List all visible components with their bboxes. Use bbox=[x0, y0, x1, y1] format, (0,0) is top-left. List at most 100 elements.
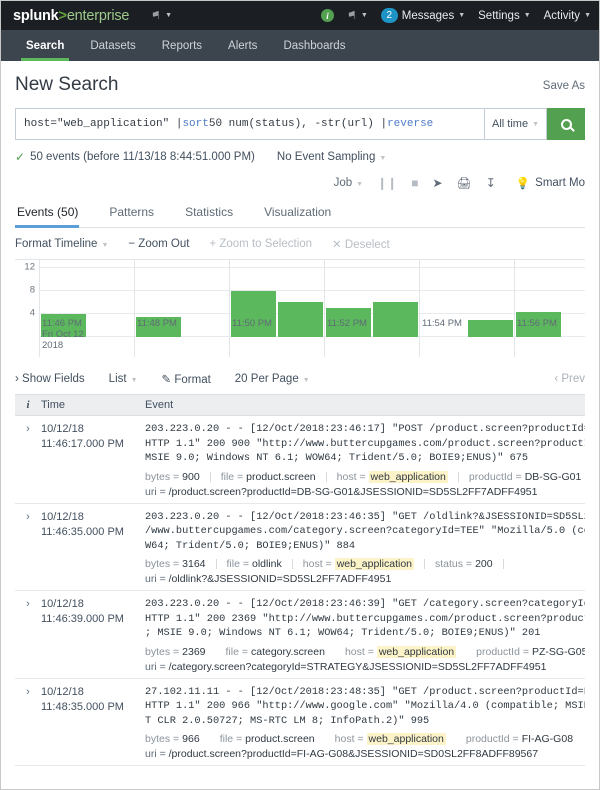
messages-menu[interactable]: 2 Messages ▼ bbox=[380, 8, 465, 23]
field-pill[interactable]: file = product.screen bbox=[220, 733, 315, 745]
zoom-out-button[interactable]: − Zoom Out bbox=[128, 238, 189, 250]
timeline-toolbar: Format Timeline ▼ − Zoom Out + Zoom to Se… bbox=[15, 228, 585, 259]
field-pill[interactable]: host = web_application bbox=[335, 733, 446, 745]
field-pill[interactable]: bytes = 2369 bbox=[145, 646, 206, 658]
field-pill[interactable]: productId = FI-AG-G08 bbox=[466, 733, 573, 745]
chart-bar[interactable] bbox=[278, 302, 323, 337]
x-tick-label: 11:48 PM bbox=[137, 318, 177, 329]
settings-menu[interactable]: Settings ▼ bbox=[478, 10, 531, 22]
chart-bar[interactable] bbox=[231, 291, 276, 337]
x-gridline bbox=[419, 260, 420, 357]
expand-row-icon[interactable]: › bbox=[15, 510, 41, 586]
pause-icon[interactable]: ❙❙ bbox=[377, 176, 397, 190]
field-pill[interactable]: host = web_application bbox=[337, 470, 448, 483]
print-icon[interactable]: 🖨 bbox=[457, 176, 472, 190]
search-mode-selector[interactable]: 💡 Smart Mo bbox=[516, 176, 585, 190]
table-row[interactable]: › 10/12/18 11:46:39.000 PM 203.223.0.20 … bbox=[15, 591, 585, 679]
expand-row-icon[interactable]: › bbox=[15, 422, 41, 498]
chart-bar[interactable] bbox=[373, 302, 418, 337]
event-field-list: bytes = 3164 file = oldlink host = web_appl… bbox=[145, 558, 585, 570]
field-value: 200 bbox=[475, 558, 493, 570]
expand-row-icon[interactable]: › bbox=[15, 685, 41, 761]
timeline-chart[interactable]: 12 8 4 11:46 PM Fri Oct 12 2018 11:48 PM… bbox=[15, 259, 585, 357]
format-button[interactable]: ✎ Format bbox=[162, 372, 211, 386]
share-icon[interactable]: ➤ bbox=[432, 176, 442, 190]
deselect-label: Deselect bbox=[344, 239, 390, 251]
tab-statistics[interactable]: Statistics bbox=[183, 198, 246, 227]
app-flag-icon[interactable]: ⚑ ▼ bbox=[151, 9, 172, 22]
field-value: PZ-SG-G05 bbox=[531, 645, 585, 658]
splunk-logo[interactable]: splunk>enterprise bbox=[13, 8, 129, 24]
column-header-event: Event bbox=[145, 399, 174, 411]
list-mode-dropdown[interactable]: List ▼ bbox=[109, 373, 138, 385]
x-tick-label: 11:52 PM bbox=[327, 318, 367, 329]
event-raw-line: W64; Trident/5.0; BOIE9;ENUS)" 884 bbox=[145, 539, 356, 552]
tab-visualization[interactable]: Visualization bbox=[262, 198, 344, 227]
event-body: 203.223.0.20 - - [12/Oct/2018:23:46:17] … bbox=[145, 422, 585, 498]
field-pill[interactable]: file = oldlink bbox=[227, 558, 282, 570]
nav-item-alerts[interactable]: Alerts bbox=[215, 30, 270, 61]
info-icon[interactable]: i bbox=[320, 9, 334, 22]
format-timeline-dropdown[interactable]: Format Timeline ▼ bbox=[15, 238, 108, 250]
results-toolbar: › Show Fields List ▼ ✎ Format 20 Per Page… bbox=[15, 363, 585, 394]
chevron-down-icon: ▼ bbox=[101, 242, 109, 249]
event-raw-line: MSIE 9.0; Windows NT 6.1; WOW64; Trident… bbox=[145, 452, 529, 464]
event-uri-field[interactable]: uri = /category.screen?categoryId=STRATE… bbox=[145, 661, 585, 673]
save-as-button[interactable]: Save As bbox=[543, 80, 585, 96]
field-pill[interactable]: status = 200 bbox=[435, 558, 493, 570]
field-pill[interactable]: bytes = 900 bbox=[145, 471, 200, 483]
nav-item-datasets[interactable]: Datasets bbox=[77, 30, 148, 61]
tab-events[interactable]: Events (50) bbox=[15, 198, 91, 228]
field-key: bytes = bbox=[145, 645, 180, 658]
field-pill[interactable]: bytes = 966 bbox=[145, 733, 200, 745]
field-key: host = bbox=[334, 733, 364, 745]
nav-item-dashboards[interactable]: Dashboards bbox=[270, 30, 358, 61]
field-pill[interactable]: host = web_application bbox=[303, 558, 414, 570]
table-row[interactable]: › 10/12/18 11:46:17.000 PM 203.223.0.20 … bbox=[15, 416, 585, 504]
field-pill[interactable]: productId = PZ-SG-G05 bbox=[476, 646, 585, 658]
per-page-dropdown[interactable]: 20 Per Page ▼ bbox=[235, 373, 310, 385]
field-pill[interactable]: host = web_application bbox=[345, 645, 457, 658]
event-date: 10/12/18 bbox=[41, 685, 84, 698]
logo-enterprise-text: enterprise bbox=[66, 7, 130, 24]
field-key: file = bbox=[220, 470, 244, 483]
search-submit-button[interactable] bbox=[547, 108, 585, 140]
event-raw-line: 203.223.0.20 - - [12/Oct/2018:23:46:17] … bbox=[145, 423, 585, 435]
x-gridline bbox=[39, 260, 40, 357]
event-sampling-dropdown[interactable]: No Event Sampling ▼ bbox=[277, 151, 386, 163]
flag-icon[interactable]: ⚑ ▼ bbox=[347, 9, 368, 22]
event-time: 11:46:39.000 PM bbox=[41, 613, 124, 625]
field-pill[interactable]: file = category.screen bbox=[226, 646, 325, 658]
event-raw-line: 27.102.11.11 - - [12/Oct/2018:23:48:35] … bbox=[145, 685, 585, 698]
x-gridline bbox=[134, 260, 135, 357]
nav-item-search[interactable]: Search bbox=[13, 30, 77, 61]
job-menu[interactable]: Job ▼ bbox=[334, 177, 363, 189]
nav-item-reports[interactable]: Reports bbox=[149, 30, 215, 61]
event-uri-field[interactable]: uri = /product.screen?productId=FI-AG-G0… bbox=[145, 748, 585, 760]
event-uri-field[interactable]: uri = /oldlink?&JSESSIONID=SD5SL2FF7ADFF… bbox=[145, 573, 585, 585]
show-fields-button[interactable]: › Show Fields bbox=[15, 373, 85, 385]
field-pill[interactable]: productId = DB-SG-G01 bbox=[469, 471, 581, 483]
event-uri-field[interactable]: uri = /product.screen?productId=DB-SG-G0… bbox=[145, 486, 585, 498]
check-icon: ✓ bbox=[15, 150, 26, 164]
stop-icon[interactable]: ■ bbox=[411, 176, 418, 190]
x-tick-year: 2018 bbox=[42, 340, 64, 351]
tab-label: Patterns bbox=[109, 205, 155, 219]
event-raw-line: HTTP 1.1" 200 900 "http://www.buttercupg… bbox=[145, 437, 585, 450]
chart-bar[interactable] bbox=[468, 320, 513, 337]
table-row[interactable]: › 10/12/18 11:48:35.000 PM 27.102.11.11 … bbox=[15, 679, 585, 766]
show-fields-label: Show Fields bbox=[22, 373, 85, 385]
download-icon[interactable]: ↧ bbox=[486, 176, 496, 190]
tab-patterns[interactable]: Patterns bbox=[107, 198, 167, 227]
expand-row-icon[interactable]: › bbox=[15, 597, 41, 673]
chevron-down-icon: ▼ bbox=[523, 12, 531, 19]
field-pill[interactable]: file = product.screen bbox=[221, 471, 316, 483]
time-range-picker[interactable]: All time ▼ bbox=[484, 108, 547, 140]
field-value: web_application bbox=[376, 645, 457, 658]
search-input[interactable]: host="web_application" | sort 50 num(sta… bbox=[15, 108, 484, 140]
prev-page-button[interactable]: ‹ Prev bbox=[554, 373, 585, 385]
activity-menu[interactable]: Activity ▼ bbox=[544, 10, 591, 22]
event-date: 10/12/18 bbox=[41, 598, 84, 610]
table-row[interactable]: › 10/12/18 11:46:35.000 PM 203.223.0.20 … bbox=[15, 504, 585, 591]
field-pill[interactable]: bytes = 3164 bbox=[145, 558, 206, 570]
